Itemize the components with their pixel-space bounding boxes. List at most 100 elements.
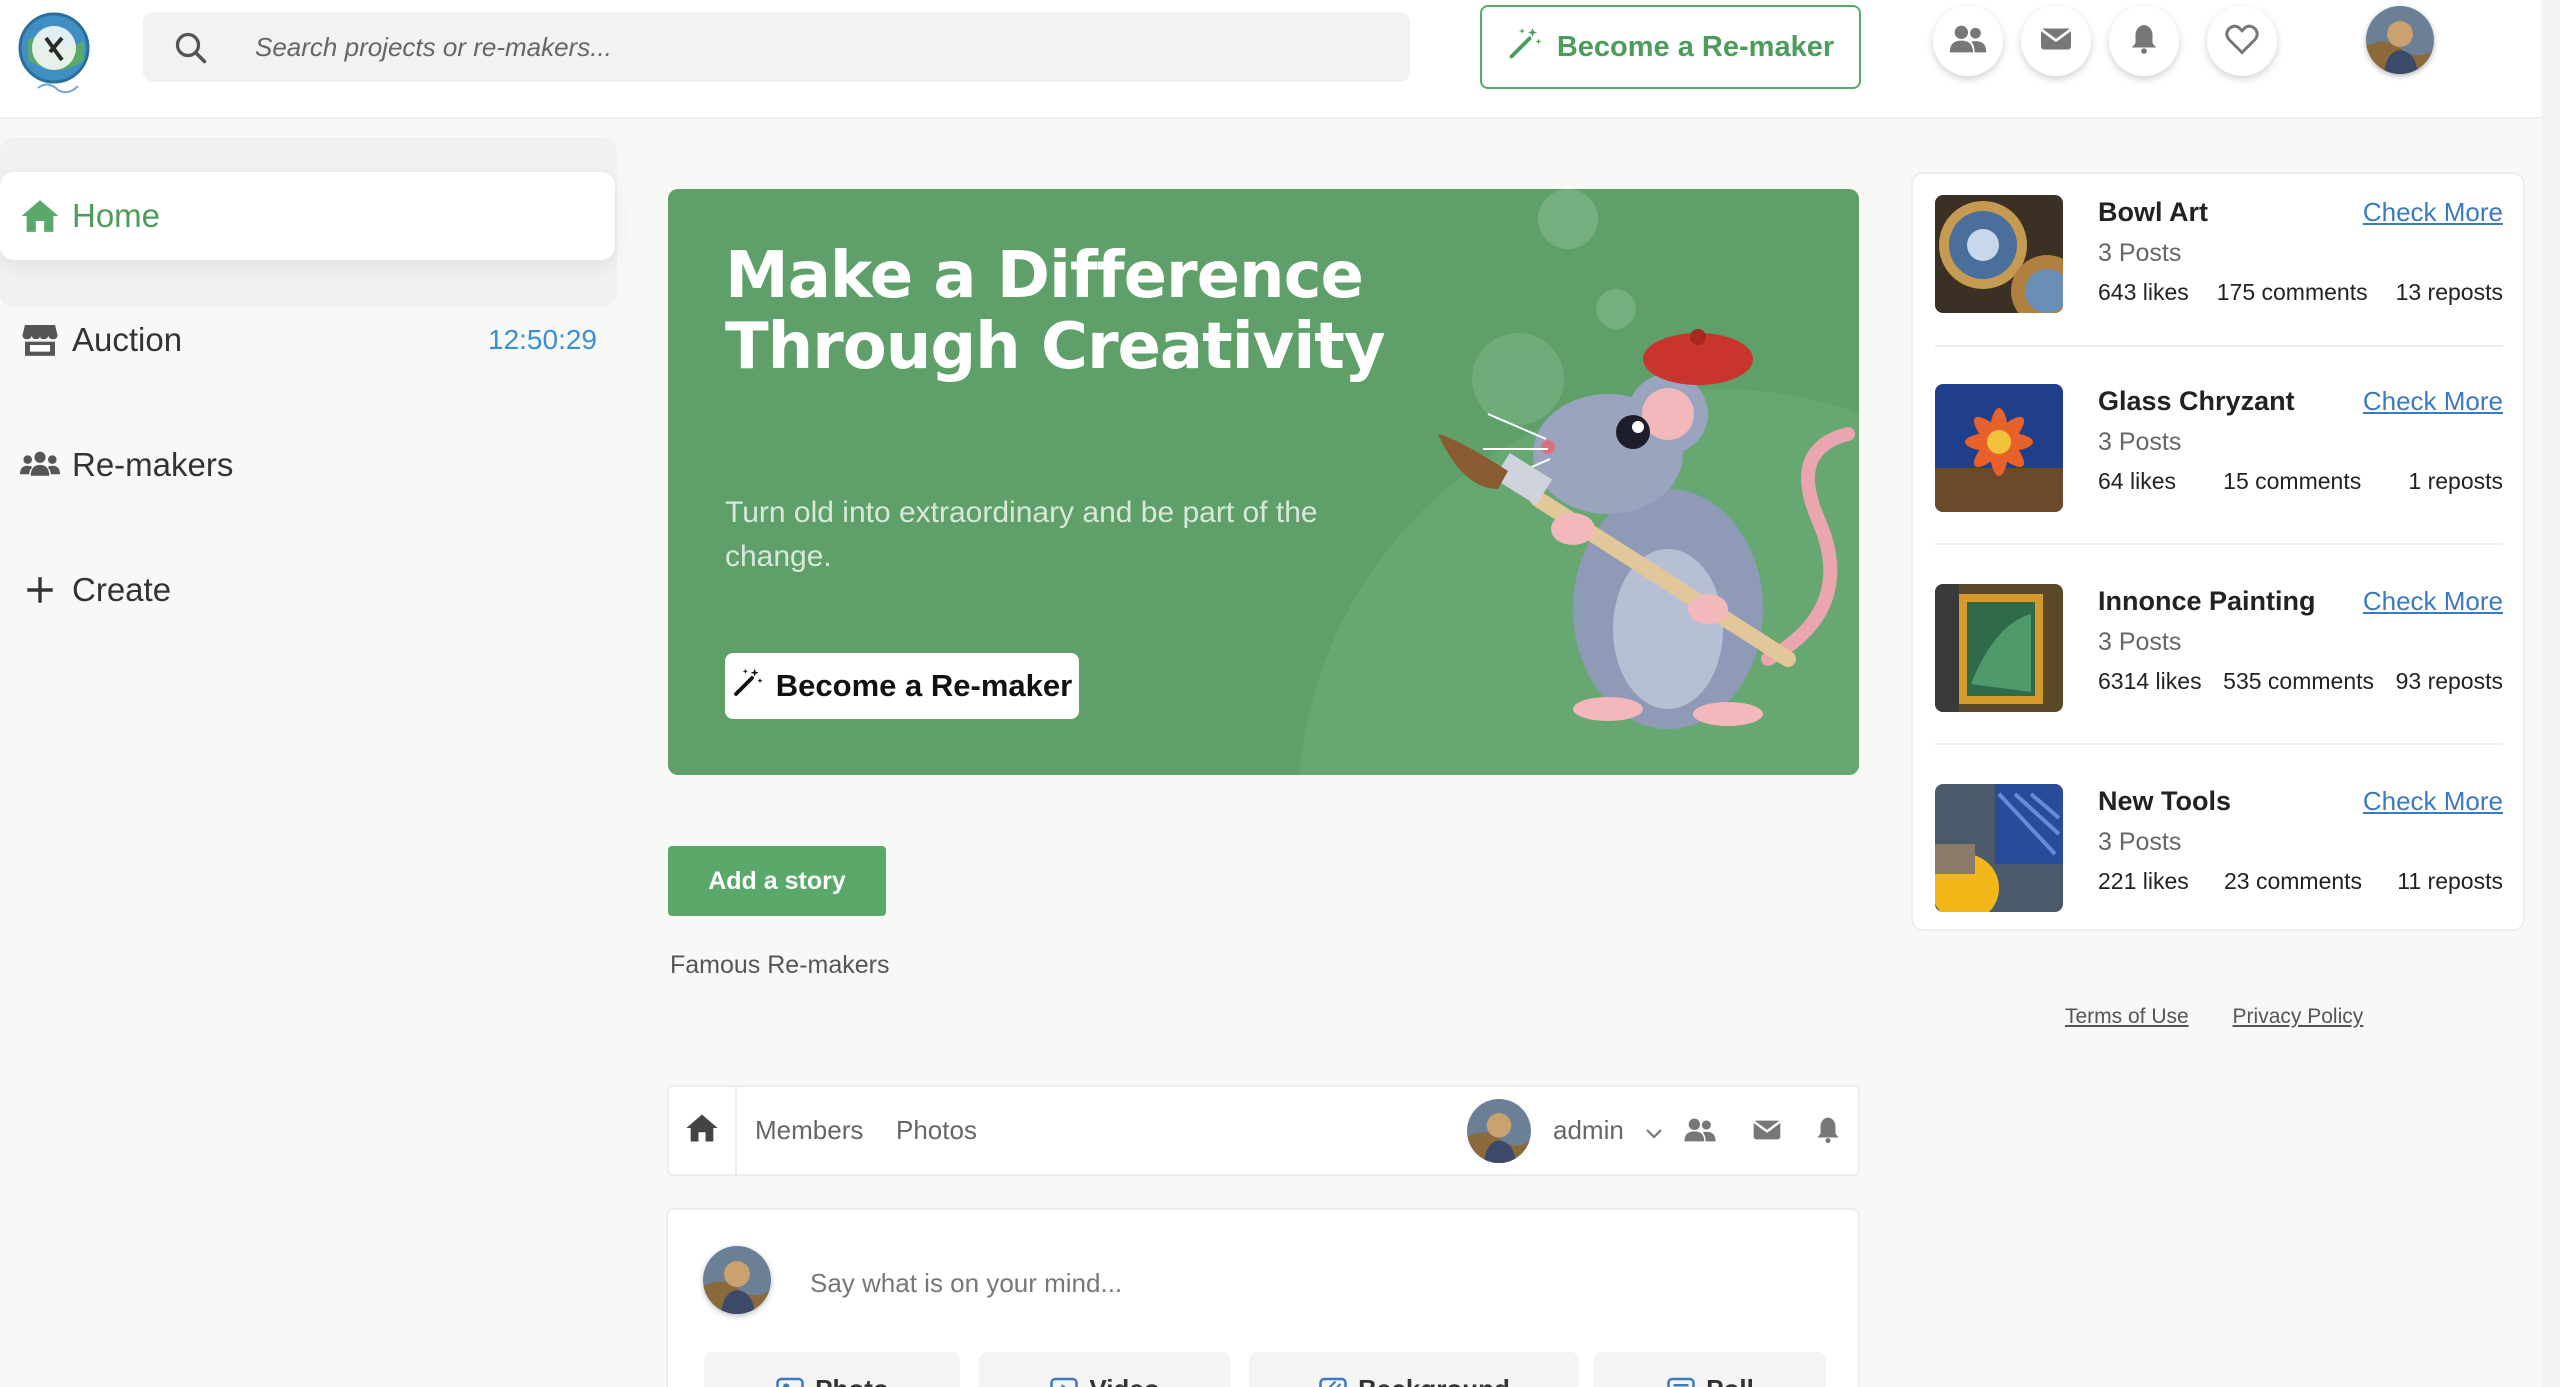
friends-button[interactable] bbox=[1933, 6, 2003, 76]
photo-label: Photo bbox=[815, 1374, 889, 1387]
poll-icon bbox=[1666, 1374, 1696, 1387]
privacy-link[interactable]: Privacy Policy bbox=[2233, 1005, 2364, 1028]
admin-menu[interactable]: admin bbox=[1553, 1115, 1663, 1148]
project-posts: 3 Posts bbox=[2098, 239, 2182, 267]
search-icon bbox=[173, 30, 209, 66]
project-title: Glass Chryzant bbox=[2098, 386, 2295, 416]
project-posts: 3 Posts bbox=[2098, 428, 2182, 456]
sidebar-item-label: Re-makers bbox=[72, 446, 234, 483]
magic-wand-icon bbox=[1507, 25, 1543, 69]
messages-button[interactable] bbox=[2021, 6, 2091, 76]
comments-count: 175 comments bbox=[2216, 279, 2368, 305]
divider bbox=[1935, 743, 2503, 745]
become-remaker-label: Become a Re-maker bbox=[1556, 30, 1835, 63]
video-icon bbox=[1049, 1374, 1079, 1387]
terms-link[interactable]: Terms of Use bbox=[2065, 1005, 2189, 1028]
people-icon bbox=[20, 445, 60, 485]
subnav-notifications-button[interactable] bbox=[1810, 1114, 1846, 1150]
tab-members[interactable]: Members bbox=[755, 1115, 863, 1146]
project-posts: 3 Posts bbox=[2098, 628, 2182, 656]
project-posts: 3 Posts bbox=[2098, 828, 2182, 856]
home-icon bbox=[685, 1111, 719, 1150]
notifications-button[interactable] bbox=[2109, 6, 2179, 76]
search-input[interactable] bbox=[255, 12, 1355, 82]
project-thumbnail-glass-chryzant[interactable] bbox=[1935, 384, 2063, 512]
comments-count: 23 comments bbox=[2224, 868, 2363, 894]
likes-count: 6314 likes bbox=[2098, 668, 2202, 694]
project-stats: 221 likes 23 comments 11 reposts bbox=[2098, 868, 2503, 895]
poll-button[interactable]: Poll bbox=[1594, 1352, 1826, 1387]
project-stats: 6314 likes 535 comments 93 reposts bbox=[2098, 668, 2503, 695]
sidebar-item-home[interactable]: Home bbox=[0, 172, 615, 260]
project-stats: 64 likes 15 comments 1 reposts bbox=[2098, 468, 2503, 495]
bell-icon bbox=[1813, 1115, 1843, 1150]
top-bar: Become a Re-maker bbox=[0, 0, 2560, 119]
subnav-messages-button[interactable] bbox=[1749, 1114, 1785, 1150]
project-stats: 643 likes 175 comments 13 reposts bbox=[2098, 279, 2503, 306]
trending-projects-panel: Bowl Art Check More 3 Posts 643 likes 17… bbox=[1911, 172, 2525, 931]
mail-icon bbox=[2038, 21, 2074, 62]
sidebar-item-create[interactable]: Create bbox=[0, 546, 615, 634]
store-icon bbox=[20, 320, 60, 360]
sidebar-item-label: Auction bbox=[72, 321, 183, 358]
likes-count: 221 likes bbox=[2098, 868, 2189, 894]
subnav-friends-button[interactable] bbox=[1682, 1114, 1718, 1150]
check-more-link[interactable]: Check More bbox=[2363, 386, 2503, 417]
reposts-count: 11 reposts bbox=[2397, 868, 2503, 894]
background-button[interactable]: Background bbox=[1249, 1352, 1579, 1387]
famous-remakers-heading: Famous Re-makers bbox=[670, 951, 890, 979]
admin-avatar[interactable] bbox=[1467, 1099, 1531, 1163]
project-title: Innonce Painting bbox=[2098, 586, 2316, 616]
divider bbox=[1935, 543, 2503, 545]
composer-avatar bbox=[703, 1246, 771, 1314]
people-icon bbox=[1682, 1113, 1718, 1152]
tab-photos[interactable]: Photos bbox=[896, 1115, 977, 1146]
user-avatar[interactable] bbox=[2366, 6, 2434, 74]
auction-timer: 12:50:29 bbox=[488, 324, 597, 355]
likes-count: 64 likes bbox=[2098, 468, 2176, 494]
sidebar-item-label: Home bbox=[72, 197, 161, 234]
hero-button-label: Become a Re-maker bbox=[775, 668, 1073, 703]
video-label: Video bbox=[1089, 1374, 1159, 1387]
comments-count: 535 comments bbox=[2223, 668, 2375, 694]
hero-title: Make a Difference Through Creativity bbox=[725, 239, 1386, 384]
site-logo[interactable] bbox=[18, 10, 94, 100]
poll-label: Poll bbox=[1706, 1374, 1754, 1387]
check-more-link[interactable]: Check More bbox=[2363, 586, 2503, 617]
page-scrollbar[interactable] bbox=[2541, 0, 2560, 1387]
project-thumbnail-innonce-painting[interactable] bbox=[1935, 584, 2063, 712]
project-thumbnail-bowl-art[interactable] bbox=[1935, 195, 2063, 313]
people-icon bbox=[1948, 19, 1988, 64]
bell-icon bbox=[2127, 22, 2161, 61]
hero-subtitle: Turn old into extraordinary and be part … bbox=[725, 496, 1318, 573]
check-more-link[interactable]: Check More bbox=[2363, 197, 2503, 228]
sidebar-item-auction[interactable]: Auction 12:50:29 bbox=[0, 296, 615, 384]
post-input[interactable] bbox=[810, 1268, 1710, 1299]
profile-subnav: Members Photos admin bbox=[667, 1085, 1860, 1176]
photo-icon bbox=[775, 1374, 805, 1387]
sidebar-item-label: Create bbox=[72, 571, 172, 608]
background-icon bbox=[1318, 1374, 1348, 1387]
post-composer: Photo Video Background Poll bbox=[666, 1208, 1860, 1387]
likes-count: 643 likes bbox=[2098, 279, 2189, 305]
heart-icon bbox=[2224, 21, 2260, 62]
search-bar bbox=[143, 12, 1410, 82]
video-button[interactable]: Video bbox=[979, 1352, 1230, 1387]
admin-username: admin bbox=[1553, 1115, 1624, 1145]
favorites-button[interactable] bbox=[2207, 6, 2277, 76]
add-story-button[interactable]: Add a story bbox=[668, 846, 886, 916]
home-icon bbox=[20, 196, 60, 236]
project-title: New Tools bbox=[2098, 786, 2232, 816]
sidebar-item-remakers[interactable]: Re-makers bbox=[0, 421, 615, 509]
hero-become-remaker-button[interactable]: Become a Re-maker bbox=[725, 653, 1079, 719]
project-title: Bowl Art bbox=[2098, 197, 2208, 227]
check-more-link[interactable]: Check More bbox=[2363, 786, 2503, 817]
project-thumbnail-new-tools[interactable] bbox=[1935, 784, 2063, 912]
hero-banner: Make a Difference Through Creativity Tur… bbox=[668, 189, 1859, 775]
subnav-home-button[interactable] bbox=[669, 1087, 737, 1174]
divider bbox=[1935, 345, 2503, 347]
reposts-count: 1 reposts bbox=[2408, 468, 2503, 494]
photo-button[interactable]: Photo bbox=[704, 1352, 960, 1387]
become-remaker-button[interactable]: Become a Re-maker bbox=[1480, 5, 1861, 89]
reposts-count: 13 reposts bbox=[2395, 279, 2503, 305]
